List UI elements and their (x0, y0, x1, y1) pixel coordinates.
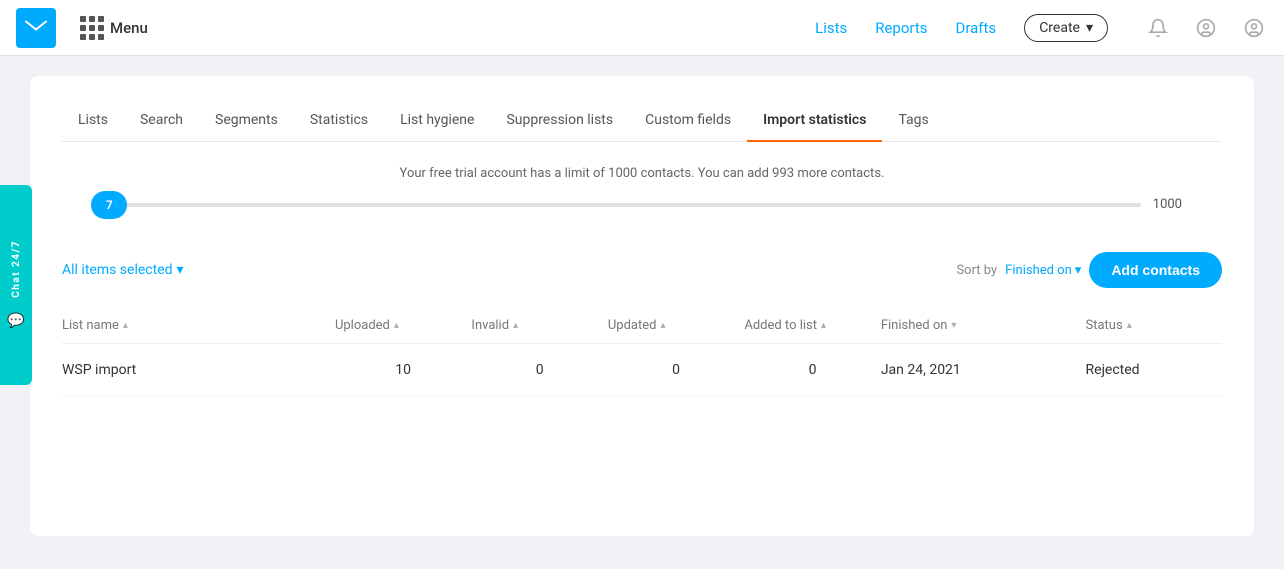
tab-list-hygiene[interactable]: List hygiene (384, 100, 490, 142)
tab-statistics[interactable]: Statistics (294, 100, 384, 142)
slider-thumb[interactable]: 7 (91, 191, 127, 219)
cell-list-name: WSP import (62, 362, 335, 378)
col-uploaded[interactable]: Uploaded ▴ (335, 318, 471, 333)
sort-by-label: Sort by (956, 263, 997, 278)
chevron-down-icon: ▾ (1086, 20, 1093, 36)
chevron-down-icon: ▾ (177, 262, 184, 278)
cell-invalid: 0 (471, 362, 607, 378)
main-card: Lists Search Segments Statistics List hy… (30, 76, 1254, 536)
sort-arrow-added: ▴ (821, 320, 826, 331)
col-added-to-list[interactable]: Added to list ▴ (744, 318, 880, 333)
settings-icon[interactable] (1192, 14, 1220, 42)
slider-max-value: 1000 (1153, 197, 1182, 212)
contacts-slider[interactable]: 7 1000 (102, 197, 1182, 212)
sort-chevron-icon: ▾ (1075, 263, 1082, 278)
col-updated[interactable]: Updated ▴ (608, 318, 744, 333)
menu-label: Menu (110, 19, 148, 37)
cell-added-to-list: 0 (744, 362, 880, 378)
cell-finished-on: Jan 24, 2021 (881, 362, 1086, 378)
main-content: Lists Search Segments Statistics List hy… (0, 56, 1284, 556)
bell-icon[interactable] (1144, 14, 1172, 42)
chat-icon: 💬 (7, 313, 24, 329)
col-status[interactable]: Status ▴ (1086, 318, 1222, 333)
col-invalid[interactable]: Invalid ▴ (471, 318, 607, 333)
menu-button[interactable]: Menu (72, 12, 156, 44)
tab-lists[interactable]: Lists (62, 100, 124, 142)
sort-arrow-list-name: ▴ (123, 320, 128, 331)
create-button[interactable]: Create ▾ (1024, 14, 1108, 42)
tab-suppression-lists[interactable]: Suppression lists (490, 100, 629, 142)
cell-status: Rejected (1086, 362, 1222, 378)
sort-arrow-updated: ▴ (661, 320, 666, 331)
col-finished-on[interactable]: Finished on ▾ (881, 318, 1086, 333)
subtabs: Lists Search Segments Statistics List hy… (62, 100, 1222, 142)
nav-lists[interactable]: Lists (815, 19, 847, 37)
sort-area: Sort by Finished on ▾ Add contacts (956, 252, 1222, 288)
col-list-name[interactable]: List name ▴ (62, 318, 335, 333)
menu-grid-icon (80, 16, 104, 40)
topnav-icons (1144, 14, 1268, 42)
table-header: List name ▴ Uploaded ▴ Invalid ▴ Updated… (62, 308, 1222, 344)
tab-custom-fields[interactable]: Custom fields (629, 100, 747, 142)
chat-sidebar-label: Chat 24/7 (11, 240, 22, 298)
table-row: WSP import 10 0 0 0 Jan 24, 2021 Rejecte… (62, 344, 1222, 397)
trial-banner: Your free trial account has a limit of 1… (62, 166, 1222, 181)
sort-arrow-finished: ▾ (951, 320, 956, 331)
sort-value[interactable]: Finished on ▾ (1005, 263, 1081, 278)
chat-sidebar[interactable]: Chat 24/7 💬 (0, 185, 32, 385)
cell-uploaded: 10 (335, 362, 471, 378)
tab-import-statistics[interactable]: Import statistics (747, 100, 882, 142)
sort-arrow-uploaded: ▴ (394, 320, 399, 331)
profile-icon[interactable] (1240, 14, 1268, 42)
all-items-selected[interactable]: All items selected ▾ (62, 262, 184, 278)
add-contacts-button[interactable]: Add contacts (1089, 252, 1222, 288)
nav-drafts[interactable]: Drafts (956, 19, 997, 37)
tab-search[interactable]: Search (124, 100, 199, 142)
cell-updated: 0 (608, 362, 744, 378)
controls-row: All items selected ▾ Sort by Finished on… (62, 252, 1222, 288)
topnav: Menu Lists Reports Drafts Create ▾ (0, 0, 1284, 56)
app-logo[interactable] (16, 8, 56, 48)
sort-arrow-status: ▴ (1127, 320, 1132, 331)
tab-segments[interactable]: Segments (199, 100, 294, 142)
slider-track[interactable]: 7 (102, 203, 1141, 207)
tab-tags[interactable]: Tags (882, 100, 944, 142)
nav-reports[interactable]: Reports (875, 19, 927, 37)
sort-arrow-invalid: ▴ (513, 320, 518, 331)
nav-links: Lists Reports Drafts Create ▾ (815, 14, 1108, 42)
